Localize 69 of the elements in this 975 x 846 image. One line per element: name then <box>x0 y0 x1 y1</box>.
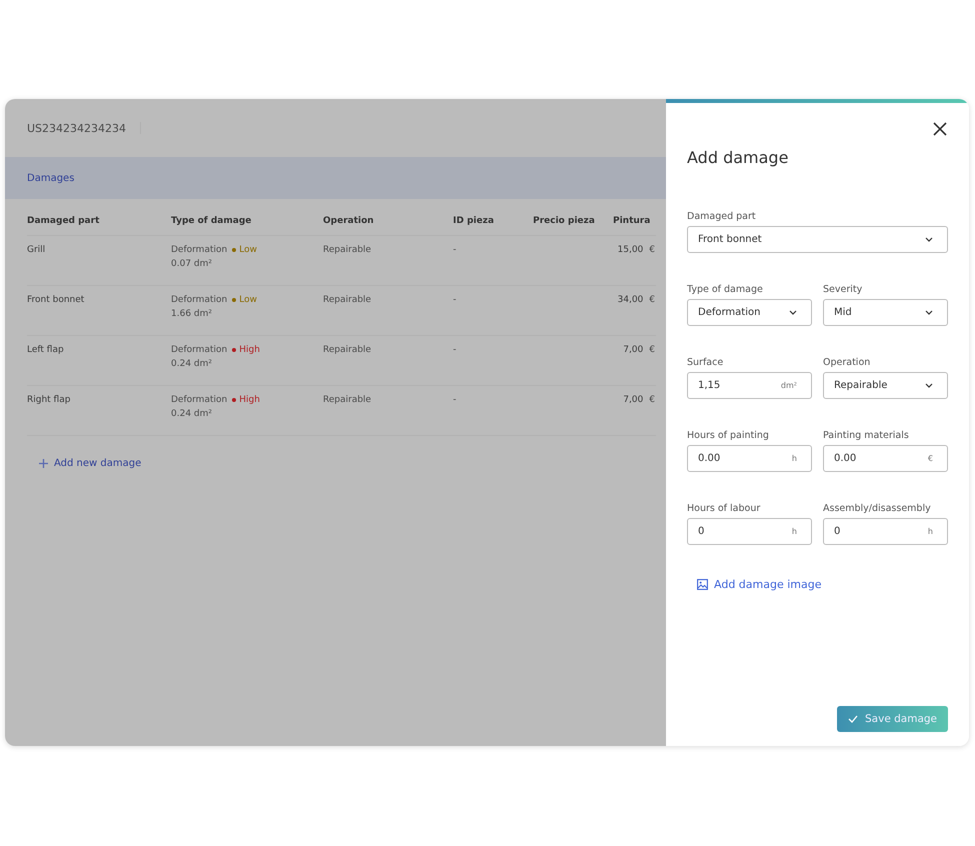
select-field[interactable]: Front bonnet <box>687 226 948 253</box>
input-field[interactable]: 1,15 dm² <box>687 372 812 399</box>
chevron-down-icon <box>925 237 933 242</box>
field-label: Surface <box>687 357 724 368</box>
table-cell-text: - <box>453 295 458 305</box>
currency-symbol: € <box>649 395 655 405</box>
chevron-down-icon <box>925 310 933 315</box>
chevron-down-icon <box>789 310 797 315</box>
table-cell-text: Repairable <box>323 295 372 305</box>
surface-value: 0.24 dm² <box>171 359 213 369</box>
table-cell-text: Right flap <box>27 395 72 405</box>
section-tab[interactable]: Damages <box>27 172 74 184</box>
severity-label: Low <box>239 295 257 305</box>
select-field[interactable]: Deformation <box>687 299 812 326</box>
record-title: US234234234234 <box>27 122 126 134</box>
add-damage-image-link[interactable]: Add damage image <box>697 578 822 591</box>
check-icon <box>848 715 858 723</box>
field-label: Hours of painting <box>687 430 770 441</box>
image-icon <box>697 579 708 590</box>
paint-amount: 7,00 <box>623 395 644 405</box>
plus-icon <box>38 458 49 469</box>
paint-amount: 7,00 <box>623 345 644 355</box>
surface-value: 1.66 dm² <box>171 309 213 319</box>
input-field[interactable]: 0 h <box>823 518 948 545</box>
field-label: Severity <box>823 284 864 295</box>
field-label: Damaged part <box>687 211 757 222</box>
field-label: Type of damage <box>687 284 764 295</box>
table-cell-text: Repairable <box>323 345 372 355</box>
paint-amount: 15,00 <box>618 245 644 255</box>
table-cell-text: Front bonnet <box>27 295 86 305</box>
damage-type: Deformation <box>171 245 228 255</box>
select-field[interactable]: Repairable <box>823 372 948 399</box>
add-new-damage-link[interactable]: Add new damage <box>38 458 142 469</box>
damage-type: Deformation <box>171 395 228 405</box>
field-label: Hours of labour <box>687 503 762 514</box>
paint-amount: 34,00 <box>618 295 644 305</box>
column-header: Operation <box>323 216 375 226</box>
currency-symbol: € <box>649 295 655 305</box>
column-header: Damaged part <box>27 216 100 226</box>
field-label: Assembly/disassembly <box>823 503 932 514</box>
input-field[interactable]: 0.00 € <box>823 445 948 472</box>
damage-type: Deformation <box>171 345 228 355</box>
damage-type: Deformation <box>171 295 228 305</box>
surface-value: 0.07 dm² <box>171 259 213 269</box>
column-header: Precio pieza <box>533 216 596 226</box>
table-cell-text: Repairable <box>323 245 372 255</box>
currency-symbol: € <box>649 345 655 355</box>
severity-label: High <box>239 345 260 355</box>
surface-value: 0.24 dm² <box>171 409 213 419</box>
column-header: Type of damage <box>171 216 252 226</box>
field-label: Painting materials <box>823 430 910 441</box>
chevron-down-icon <box>925 383 933 388</box>
severity-label: Low <box>239 245 257 255</box>
column-header: ID pieza <box>453 216 495 226</box>
severity-label: High <box>239 395 260 405</box>
column-header: Pintura <box>613 216 652 226</box>
drawer-title: Add damage <box>687 148 790 167</box>
table-cell-text: Grill <box>27 245 46 255</box>
table-cell-text: Repairable <box>323 395 372 405</box>
table-cell-text: - <box>453 245 458 255</box>
currency-symbol: € <box>649 245 655 255</box>
input-field[interactable]: 0.00 h <box>687 445 812 472</box>
table-cell-text: - <box>453 395 458 405</box>
table-cell-text: Left flap <box>27 345 65 355</box>
close-icon[interactable] <box>933 122 947 136</box>
input-field[interactable]: 0 h <box>687 518 812 545</box>
table-cell-text: - <box>453 345 458 355</box>
field-label: Operation <box>823 357 872 368</box>
select-field[interactable]: Mid <box>823 299 948 326</box>
